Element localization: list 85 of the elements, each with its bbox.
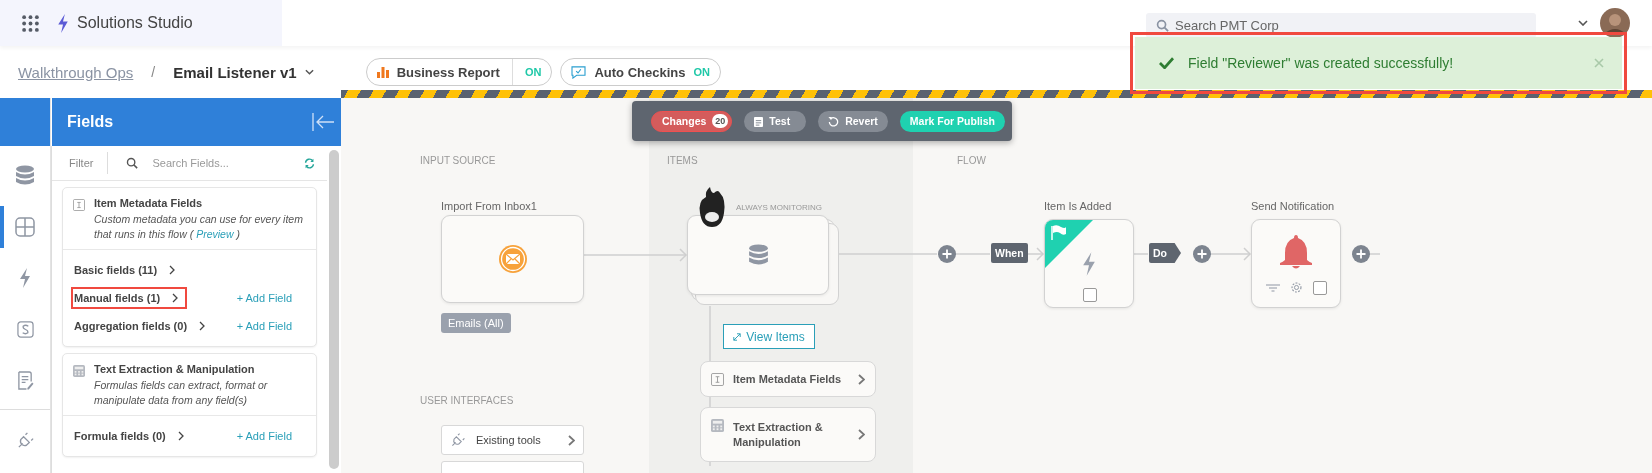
input-source-node[interactable] xyxy=(441,215,584,303)
section-label: ITEMS xyxy=(667,155,698,166)
database-icon xyxy=(747,243,769,267)
field-category-link[interactable]: Aggregation fields (0) xyxy=(71,315,215,337)
connector-arrow xyxy=(1211,247,1251,261)
bell-icon xyxy=(1279,232,1313,271)
grid-icon xyxy=(15,217,35,237)
settings-icon[interactable] xyxy=(1289,281,1303,294)
caret-icon xyxy=(304,69,314,75)
database-icon xyxy=(15,165,35,187)
monitoring-status: ALWAYS MONITORING xyxy=(736,203,822,212)
section-label: FLOW xyxy=(957,155,986,166)
chevron-right-icon xyxy=(172,293,179,303)
add-step-icon[interactable] xyxy=(1193,245,1211,263)
calculator-icon xyxy=(711,419,724,432)
chevron-right-icon xyxy=(169,265,176,275)
group-title: Text Extraction & Manipulation xyxy=(94,363,256,375)
refresh-icon[interactable] xyxy=(304,157,315,169)
dropdown-chevron-icon[interactable] xyxy=(1578,20,1588,26)
chevron-right-icon xyxy=(199,321,206,331)
chevron-right-icon xyxy=(858,429,865,440)
add-step-icon[interactable] xyxy=(938,245,956,263)
expand-icon xyxy=(733,332,742,341)
checkbox[interactable] xyxy=(1083,288,1097,302)
lightning-icon xyxy=(1082,251,1096,276)
document-edit-icon xyxy=(16,370,34,390)
chevron-right-icon xyxy=(568,434,575,446)
when-label: When xyxy=(991,243,1028,263)
checkmark-icon xyxy=(1159,57,1174,69)
filter-label[interactable]: Filter xyxy=(69,152,109,174)
field-search-input[interactable]: Search Fields... xyxy=(150,156,265,170)
checkbox[interactable] xyxy=(1312,280,1327,295)
field-category-link[interactable]: Basic fields (11) xyxy=(71,259,185,281)
lightning-icon xyxy=(19,268,31,288)
search-icon xyxy=(1156,19,1169,32)
group-description: Custom metadata you can use for every item that runs in this flow ( Preview ) xyxy=(94,212,304,242)
collapse-panel-icon[interactable] xyxy=(311,112,335,132)
toast-message: Field "Reviewer" was created successfully! xyxy=(1188,55,1455,71)
trigger-node[interactable] xyxy=(1044,219,1134,308)
items-node[interactable] xyxy=(687,215,829,295)
filter-icon[interactable] xyxy=(1265,283,1280,292)
search-icon xyxy=(126,157,139,169)
user-interface-card[interactable]: Existing tools xyxy=(441,425,584,455)
calculator-icon xyxy=(73,365,85,377)
apps-grid-icon[interactable] xyxy=(22,14,39,32)
plug-icon xyxy=(450,432,466,448)
section-label: USER INTERFACES xyxy=(420,395,514,406)
section-label: INPUT SOURCE xyxy=(420,155,496,166)
changes-button[interactable]: Changes 20 xyxy=(651,110,733,132)
connector-arrow xyxy=(1027,247,1044,261)
chat-check-icon xyxy=(571,65,587,79)
s-square-icon xyxy=(16,320,34,338)
node-title: Send Notification xyxy=(1251,200,1335,212)
breadcrumb-separator: / xyxy=(151,64,156,80)
bar-chart-icon xyxy=(376,66,389,78)
close-icon[interactable] xyxy=(1594,58,1604,68)
field-group-link-card[interactable]: Text Extraction & Manipulation xyxy=(700,407,876,462)
source-tag: Emails (All) xyxy=(441,313,511,333)
node-title: Import From Inbox1 xyxy=(441,200,537,212)
do-label: Do xyxy=(1149,243,1181,263)
flag-corner-icon xyxy=(1045,220,1093,268)
email-icon xyxy=(497,244,528,274)
toggle-pill[interactable]: Auto Checkins ON xyxy=(560,58,721,86)
text-cursor-icon xyxy=(711,373,724,386)
group-description: Formulas fields can extract, format or manipulate data from any field(s) xyxy=(94,378,269,408)
clipboard-icon xyxy=(754,115,764,127)
lightning-logo-icon xyxy=(57,13,69,33)
undo-icon xyxy=(828,115,840,127)
scrollbar[interactable] xyxy=(329,150,339,469)
chevron-right-icon xyxy=(177,431,184,441)
changes-count-badge: 20 xyxy=(712,114,729,128)
field-category-link[interactable]: Formula fields (0) xyxy=(71,425,193,447)
action-node[interactable] xyxy=(1251,219,1341,308)
field-group-link-card[interactable]: Item Metadata Fields xyxy=(700,361,876,397)
toggle-pill[interactable]: Business Report ON xyxy=(365,58,553,86)
text-cursor-icon xyxy=(73,199,85,211)
add-step-icon[interactable] xyxy=(1352,245,1370,263)
group-title: Item Metadata Fields xyxy=(94,197,204,209)
chevron-right-icon xyxy=(858,373,865,385)
node-title: Item Is Added xyxy=(1044,200,1112,212)
panel-title: Fields xyxy=(67,113,114,131)
field-category-link[interactable]: Manual fields (1) xyxy=(71,287,188,309)
flow-name-dropdown[interactable]: Email Listener v1 xyxy=(173,63,314,81)
avatar-icon[interactable] xyxy=(1600,8,1630,38)
app-title: Solutions Studio xyxy=(77,14,193,32)
